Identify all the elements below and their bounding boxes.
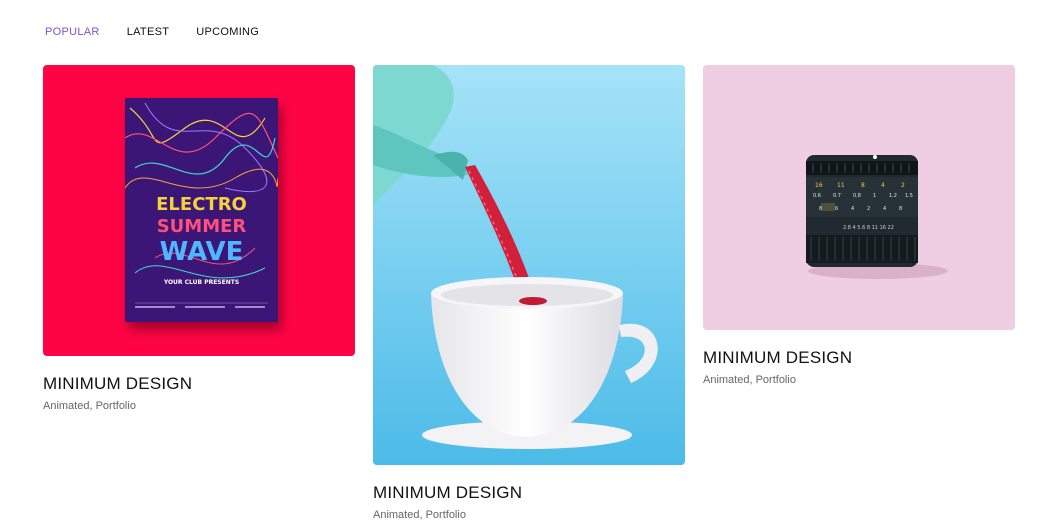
tab-popular[interactable]: POPULAR [45, 25, 100, 39]
svg-text:0.7: 0.7 [833, 193, 841, 199]
card-meta: Animated, Portfolio [703, 374, 796, 386]
svg-text:1.5: 1.5 [905, 193, 913, 199]
card-title[interactable]: MINIMUM DESIGN [43, 374, 355, 394]
card-image-poster[interactable]: ELECTRO SUMMER WAVE YOUR CLUB PRESENTS [43, 65, 355, 356]
svg-text:4: 4 [851, 206, 854, 212]
svg-text:6: 6 [835, 206, 838, 212]
portfolio-card[interactable]: MINIMUM DESIGN Animated, Portfolio [373, 65, 685, 521]
filter-tabs: POPULAR LATEST UPCOMING [45, 25, 286, 39]
svg-text:8: 8 [899, 206, 902, 212]
card-image-lens[interactable]: 16 11 8 42 0.6 0.7 0.8 1 1.2 1.5 864 248 2.8 4… [703, 65, 1015, 330]
svg-text:4: 4 [881, 182, 885, 189]
svg-text:2: 2 [867, 206, 870, 212]
tab-latest[interactable]: LATEST [127, 25, 170, 39]
svg-text:1.2: 1.2 [889, 193, 897, 199]
electro-poster-image: ELECTRO SUMMER WAVE YOUR CLUB PRESENTS [125, 98, 278, 322]
svg-text:8: 8 [861, 182, 865, 189]
card-meta: Animated, Portfolio [373, 509, 466, 521]
card-image-teapot[interactable] [373, 65, 685, 465]
poster-line-2: SUMMER [156, 216, 247, 237]
teapot-cup-image [373, 65, 685, 465]
svg-text:16: 16 [815, 182, 823, 189]
svg-text:11: 11 [837, 182, 845, 189]
portfolio-card[interactable]: 16 11 8 42 0.6 0.7 0.8 1 1.2 1.5 864 248 2.8 4… [703, 65, 1015, 386]
svg-text:1: 1 [873, 193, 876, 199]
svg-text:0.6: 0.6 [813, 193, 821, 199]
svg-text:4: 4 [883, 206, 886, 212]
poster-line-1: ELECTRO [156, 194, 247, 215]
card-title[interactable]: MINIMUM DESIGN [373, 483, 685, 503]
card-title[interactable]: MINIMUM DESIGN [703, 348, 1015, 368]
poster-line-3: WAVE [159, 237, 244, 267]
camera-lens-image: 16 11 8 42 0.6 0.7 0.8 1 1.2 1.5 864 248 2.8 4… [703, 65, 1015, 330]
svg-text:0.8: 0.8 [853, 193, 861, 199]
tab-upcoming[interactable]: UPCOMING [196, 25, 259, 39]
portfolio-card[interactable]: ELECTRO SUMMER WAVE YOUR CLUB PRESENTS M… [43, 65, 355, 412]
poster-subtitle: YOUR CLUB PRESENTS [163, 279, 240, 286]
card-meta: Animated, Portfolio [43, 400, 136, 412]
svg-text:2: 2 [901, 182, 905, 189]
svg-text:2.8 4 5.6 8 11 16 22: 2.8 4 5.6 8 11 16 22 [843, 225, 894, 231]
